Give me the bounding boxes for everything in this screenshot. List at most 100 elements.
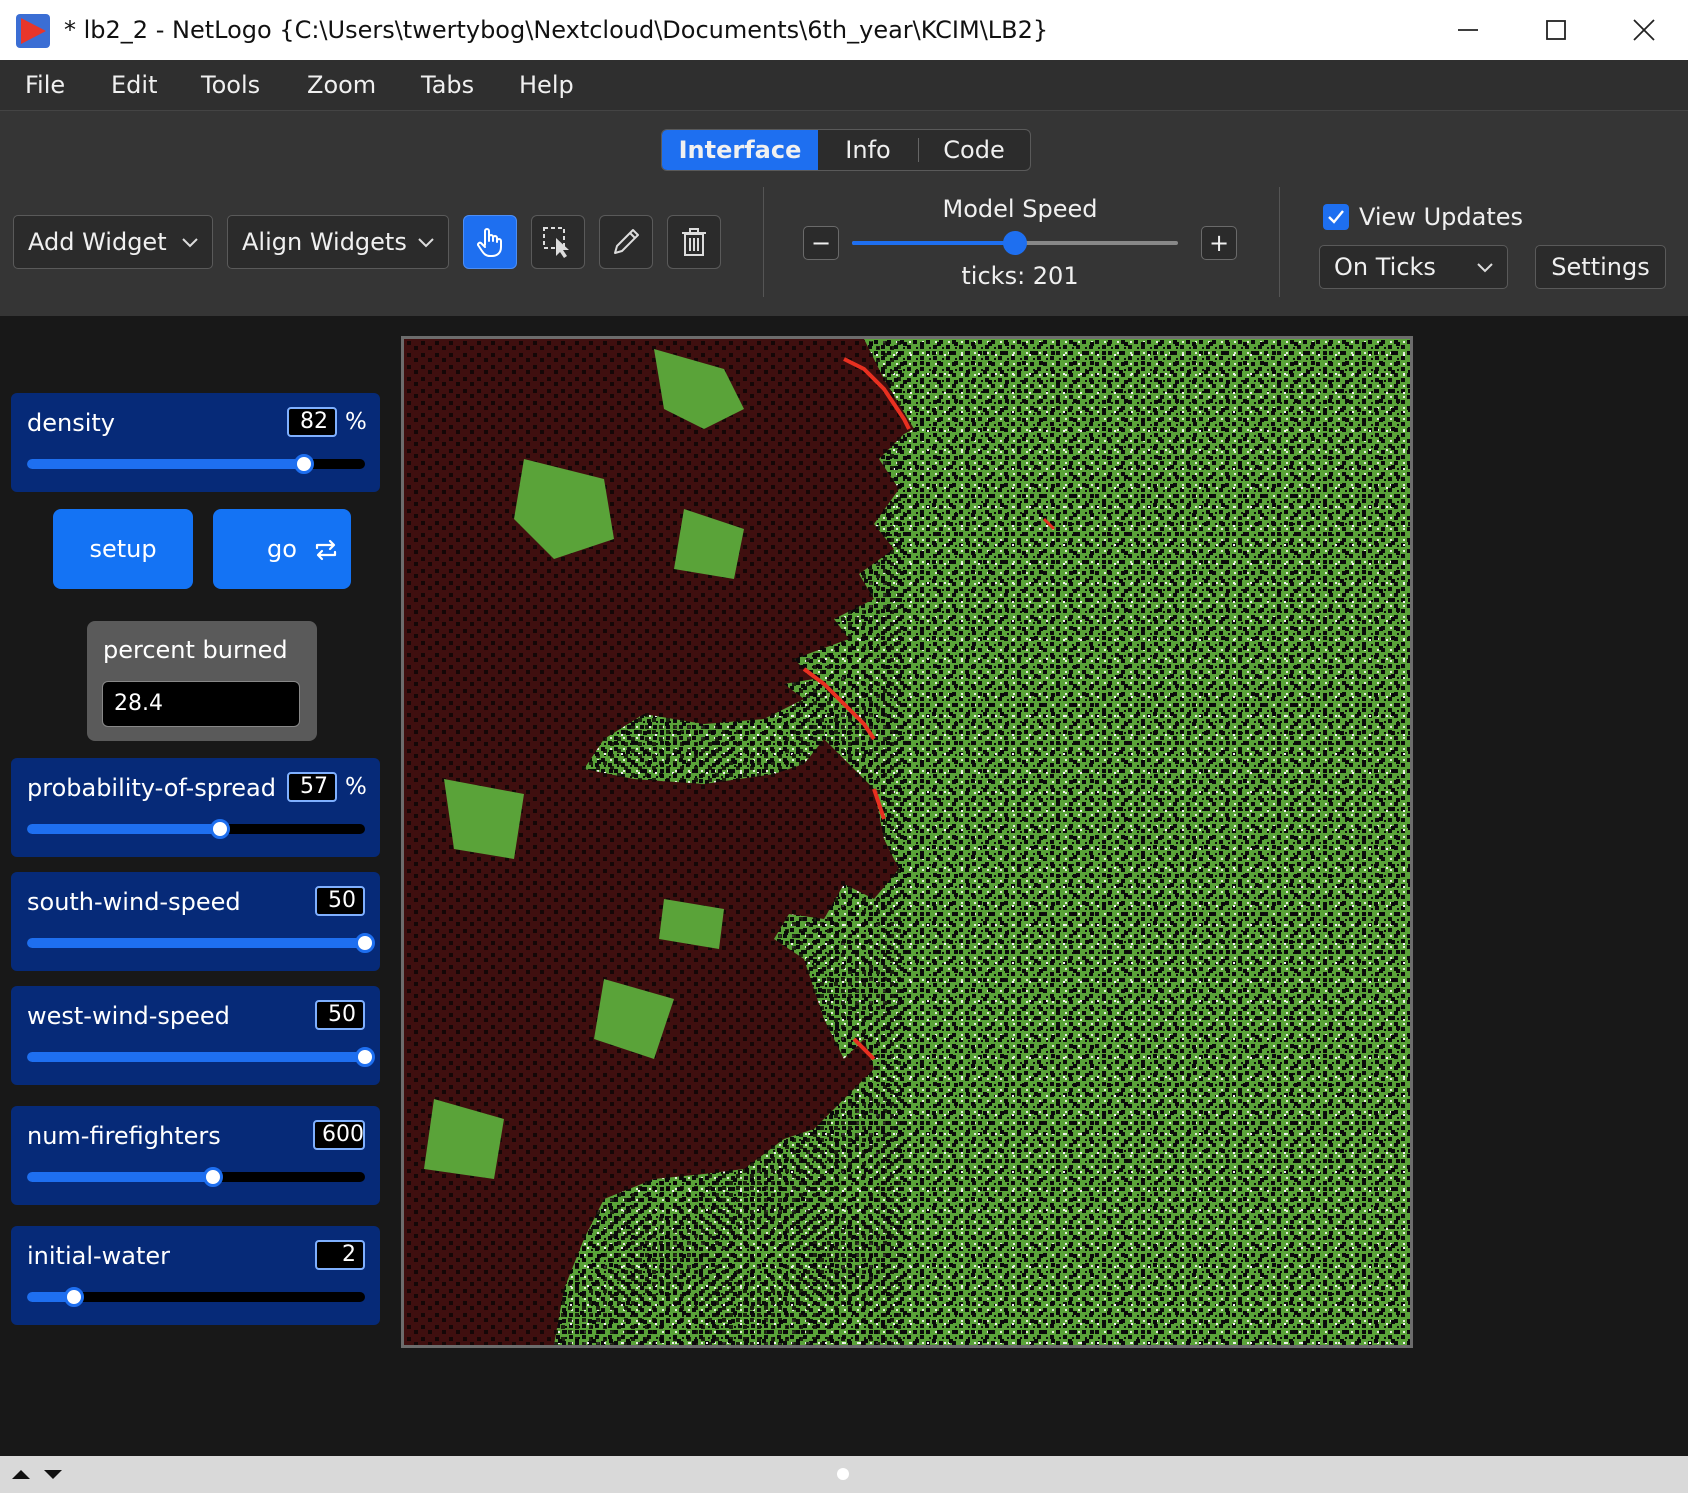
chevron-down-icon <box>418 238 434 248</box>
model-speed-slider[interactable] <box>852 231 1178 255</box>
close-icon <box>1633 19 1655 41</box>
view-updates-label: View Updates <box>1359 203 1524 231</box>
align-widgets-label: Align Widgets <box>242 228 407 256</box>
slider-track[interactable] <box>27 454 365 474</box>
slider-unit: % <box>345 409 367 435</box>
slider-value[interactable]: 2 <box>315 1240 365 1270</box>
slider-value[interactable]: 57 <box>287 772 337 802</box>
menu-bar: File Edit Tools Zoom Tabs Help <box>0 60 1688 110</box>
edit-pencil-icon <box>614 229 639 254</box>
speed-decrease-button[interactable]: − <box>803 226 839 260</box>
toolbar-divider <box>1279 187 1280 297</box>
interface-workspace: density 82 % setup go percent burned 28.… <box>0 316 1688 1456</box>
speed-increase-button[interactable]: + <box>1201 226 1237 260</box>
update-mode-dropdown[interactable]: On Ticks <box>1319 245 1508 289</box>
slider-label: density <box>27 409 115 437</box>
menu-tabs[interactable]: Tabs <box>421 70 474 100</box>
collapse-up-icon[interactable] <box>10 1466 32 1482</box>
slider-fill <box>27 1052 365 1062</box>
menu-file[interactable]: File <box>25 70 65 100</box>
maximize-button[interactable] <box>1512 0 1600 60</box>
slider-fill <box>27 459 305 469</box>
initial-water-slider[interactable]: initial-water 2 <box>11 1226 380 1325</box>
maximize-icon <box>1546 20 1566 40</box>
slider-track[interactable] <box>27 819 365 839</box>
edit-tool-button[interactable] <box>599 215 653 269</box>
tab-bar: Interface Info Code <box>661 129 1031 171</box>
interact-hand-icon <box>477 228 502 257</box>
slider-value[interactable]: 50 <box>315 886 365 916</box>
tab-code[interactable]: Code <box>919 130 1029 170</box>
splitter-handle[interactable] <box>837 1468 849 1480</box>
slider-knob[interactable] <box>294 454 315 474</box>
menu-edit[interactable]: Edit <box>111 70 157 100</box>
slider-label: probability-of-spread <box>27 774 276 802</box>
percent-burned-monitor: percent burned 28.4 <box>87 621 317 741</box>
menu-zoom[interactable]: Zoom <box>307 70 376 100</box>
slider-value[interactable]: 600 <box>313 1120 365 1150</box>
slider-knob[interactable] <box>209 819 230 839</box>
go-button[interactable]: go <box>213 509 351 589</box>
delete-trash-icon <box>682 228 706 256</box>
toolbar-divider <box>763 187 764 297</box>
slider-knob[interactable] <box>355 933 375 953</box>
slider-fill <box>27 824 220 834</box>
netlogo-logo-icon <box>16 14 50 48</box>
slider-track[interactable] <box>27 1047 375 1067</box>
density-slider[interactable]: density 82 % <box>11 393 380 492</box>
slider-fill <box>27 1172 213 1182</box>
west-wind-speed-slider[interactable]: west-wind-speed 50 <box>11 986 380 1085</box>
checkmark-icon <box>1328 210 1344 224</box>
model-speed-label: Model Speed <box>942 195 1098 223</box>
slider-label: south-wind-speed <box>27 888 241 916</box>
select-tool-button[interactable] <box>531 215 585 269</box>
slider-value[interactable]: 82 <box>287 407 337 437</box>
world-view[interactable] <box>401 336 1413 1348</box>
setup-button[interactable]: setup <box>53 509 193 589</box>
slider-label: num-firefighters <box>27 1122 221 1150</box>
chevron-down-icon <box>182 238 198 248</box>
slider-knob[interactable] <box>64 1287 85 1307</box>
probability-of-spread-slider[interactable]: probability-of-spread 57 % <box>11 758 380 857</box>
title-bar: * lb2_2 - NetLogo {C:\Users\twertybog\Ne… <box>0 0 1688 61</box>
model-speed-fill <box>852 241 1015 245</box>
forever-loop-icon <box>315 539 337 561</box>
ticks-counter: ticks: 201 <box>961 262 1079 290</box>
collapse-down-icon[interactable] <box>42 1466 64 1482</box>
menu-tools[interactable]: Tools <box>201 70 260 100</box>
add-widget-dropdown[interactable]: Add Widget <box>13 215 213 269</box>
select-icon <box>543 227 569 258</box>
settings-button[interactable]: Settings <box>1535 245 1666 289</box>
slider-track[interactable] <box>27 1287 365 1307</box>
num-firefighters-slider[interactable]: num-firefighters 600 <box>11 1106 380 1205</box>
slider-unit: % <box>345 774 367 800</box>
slider-value[interactable]: 50 <box>315 1000 365 1030</box>
tab-info[interactable]: Info <box>818 130 918 170</box>
toolbar: Interface Info Code Add Widget Align Wid… <box>0 110 1688 317</box>
go-label: go <box>267 535 297 563</box>
interact-tool-button[interactable] <box>463 215 517 269</box>
minimize-button[interactable] <box>1424 0 1512 60</box>
align-widgets-dropdown[interactable]: Align Widgets <box>227 215 449 269</box>
tab-interface[interactable]: Interface <box>662 130 818 170</box>
monitor-value: 28.4 <box>102 681 300 727</box>
slider-label: initial-water <box>27 1242 171 1270</box>
slider-track[interactable] <box>27 1167 365 1187</box>
fire-simulation-patches <box>404 339 1410 1345</box>
status-bar <box>0 1456 1688 1493</box>
add-widget-label: Add Widget <box>28 228 167 256</box>
model-speed-knob[interactable] <box>1003 231 1027 255</box>
chevron-down-icon <box>1477 263 1493 273</box>
view-updates-checkbox[interactable] <box>1323 204 1349 230</box>
monitor-label: percent burned <box>103 636 288 664</box>
south-wind-speed-slider[interactable]: south-wind-speed 50 <box>11 872 380 971</box>
menu-help[interactable]: Help <box>519 70 574 100</box>
slider-knob[interactable] <box>355 1047 375 1067</box>
delete-tool-button[interactable] <box>667 215 721 269</box>
minimize-icon <box>1458 29 1478 31</box>
update-mode-value: On Ticks <box>1334 253 1436 281</box>
slider-knob[interactable] <box>202 1167 223 1187</box>
close-button[interactable] <box>1600 0 1688 60</box>
slider-track[interactable] <box>27 933 375 953</box>
slider-fill <box>27 938 365 948</box>
